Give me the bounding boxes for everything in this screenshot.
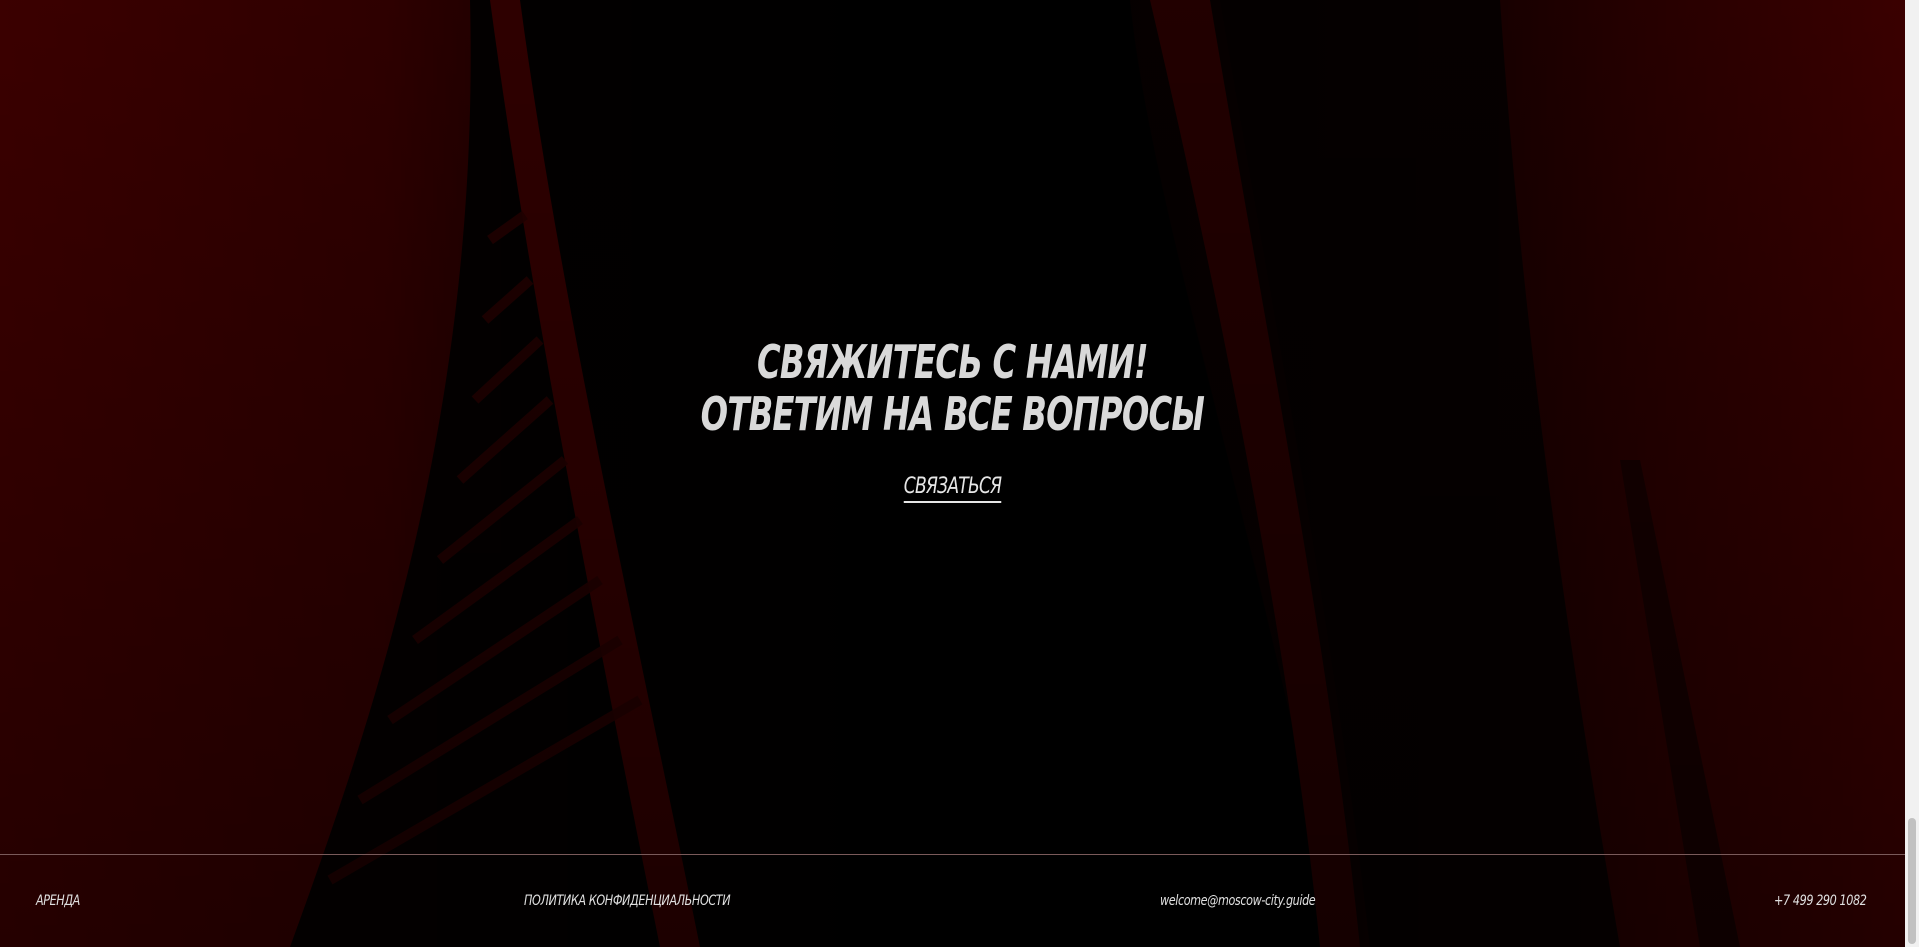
- page-scrollbar[interactable]: [1905, 0, 1919, 947]
- cta-container: СВЯЗАТЬСЯ: [0, 474, 1905, 503]
- footer-rent-link[interactable]: АРЕНДА: [36, 893, 80, 909]
- footer-divider: [0, 854, 1905, 855]
- footer-phone-link[interactable]: +7 499 290 1082: [1774, 893, 1867, 909]
- cta-headline-line1: Свяжитесь с нами!: [756, 335, 1149, 389]
- page: Свяжитесь с нами! Ответим на все вопросы…: [0, 0, 1919, 947]
- footer: АРЕНДА ПОЛИТИКА КОНФИДЕНЦИАЛЬНОСТИ welco…: [0, 893, 1905, 913]
- scrollbar-thumb[interactable]: [1908, 818, 1916, 944]
- footer-privacy-policy-link[interactable]: ПОЛИТИКА КОНФИДЕНЦИАЛЬНОСТИ: [524, 893, 731, 909]
- contact-button[interactable]: СВЯЗАТЬСЯ: [903, 474, 1002, 503]
- cta-headline: Свяжитесь с нами! Ответим на все вопросы: [209, 336, 1695, 440]
- cta-headline-line2: Ответим на все вопросы: [700, 387, 1205, 441]
- footer-email-link[interactable]: welcome@moscow-city.guide: [1160, 893, 1316, 909]
